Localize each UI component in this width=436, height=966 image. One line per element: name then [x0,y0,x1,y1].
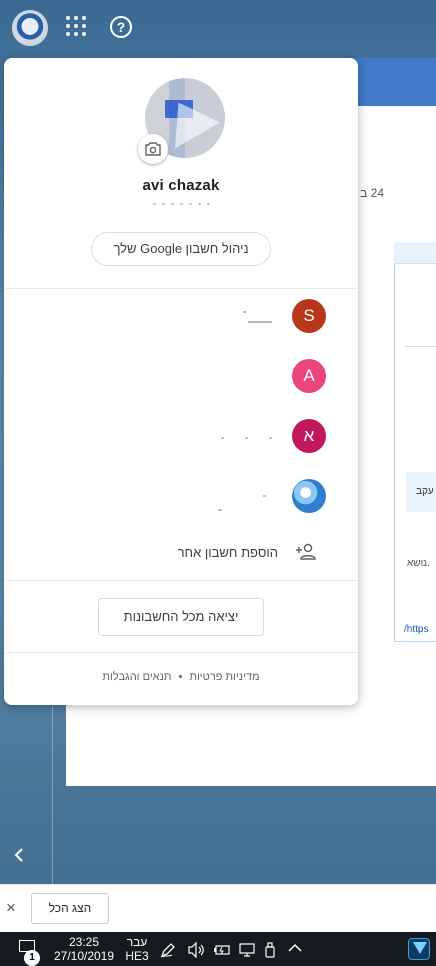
language-label: עבר [126,935,148,949]
user-name: avi chazak [142,177,220,194]
chevron-left-icon[interactable] [14,846,24,867]
windows-taskbar: 1 23:25 27/10/2019 עבר HE3 [0,932,436,966]
close-icon[interactable]: × [6,898,16,918]
add-account-label: הוספת חשבון אחר [177,545,278,560]
divider [52,700,53,890]
pinned-app-icon[interactable] [408,938,430,960]
account-item[interactable]: S [4,293,358,341]
pen-icon[interactable] [160,942,176,961]
taskbar-clock[interactable]: 23:25 27/10/2019 [50,935,118,963]
user-email-redacted [122,203,240,209]
account-avatar: A [292,359,326,393]
usb-device-icon[interactable] [264,942,276,961]
show-all-button[interactable]: הצג הכל [31,893,109,924]
background-header-strip [350,58,436,106]
account-details-redacted [204,487,274,511]
chevron-up-icon[interactable] [288,942,302,957]
notification-count-badge: 1 [24,950,40,966]
network-icon[interactable] [238,942,256,961]
account-item[interactable] [4,473,358,521]
divider [4,288,358,289]
action-center-button[interactable]: 1 [14,938,40,966]
sign-out-all-button[interactable]: יציאה מכל החשבונות [98,598,264,636]
background-date-text: 24 ב [360,186,384,200]
change-photo-button[interactable] [138,134,168,164]
manage-google-account-button[interactable]: ניהול חשבון Google שלך [91,232,271,266]
account-details-redacted [204,307,274,327]
google-top-bar: ? [0,0,436,56]
background-card-header [394,242,436,264]
add-another-account-button[interactable]: הוספת חשבון אחר [4,536,358,570]
keyboard-layout-label: HE3 [125,949,149,963]
account-avatar: S [292,299,326,333]
background-card-text: נושא. [407,558,430,569]
divider [4,580,358,581]
volume-icon[interactable] [188,941,206,961]
battery-icon[interactable] [213,942,231,961]
footer-links: מדיניות פרטיות • תנאים והגבלות [4,671,358,683]
clock-date: 27/10/2019 [53,949,115,963]
account-item[interactable]: A [4,353,358,401]
account-avatar [292,479,326,513]
footer-separator: • [178,671,183,683]
clock-time: 23:25 [68,935,100,949]
divider [4,652,358,653]
background-card [394,242,436,642]
divider [404,346,436,347]
background-card-link[interactable]: /https [404,624,428,635]
account-avatar: א [292,419,326,453]
google-apps-grid-icon[interactable] [66,16,86,36]
input-language-indicator[interactable]: עבר HE3 [120,935,154,963]
account-item[interactable]: א [4,413,358,461]
background-card-text: עקב [416,486,434,497]
help-circle-icon[interactable]: ? [110,16,132,38]
terms-link[interactable]: תנאים והגבלות [102,671,171,683]
notification-bar: × הצג הכל [0,884,436,932]
account-details-redacted [204,427,274,447]
account-popup: avi chazak ניהול חשבון Google שלך S A א … [4,58,358,705]
user-avatar-icon[interactable] [12,10,48,46]
privacy-policy-link[interactable]: מדיניות פרטיות [189,671,259,683]
